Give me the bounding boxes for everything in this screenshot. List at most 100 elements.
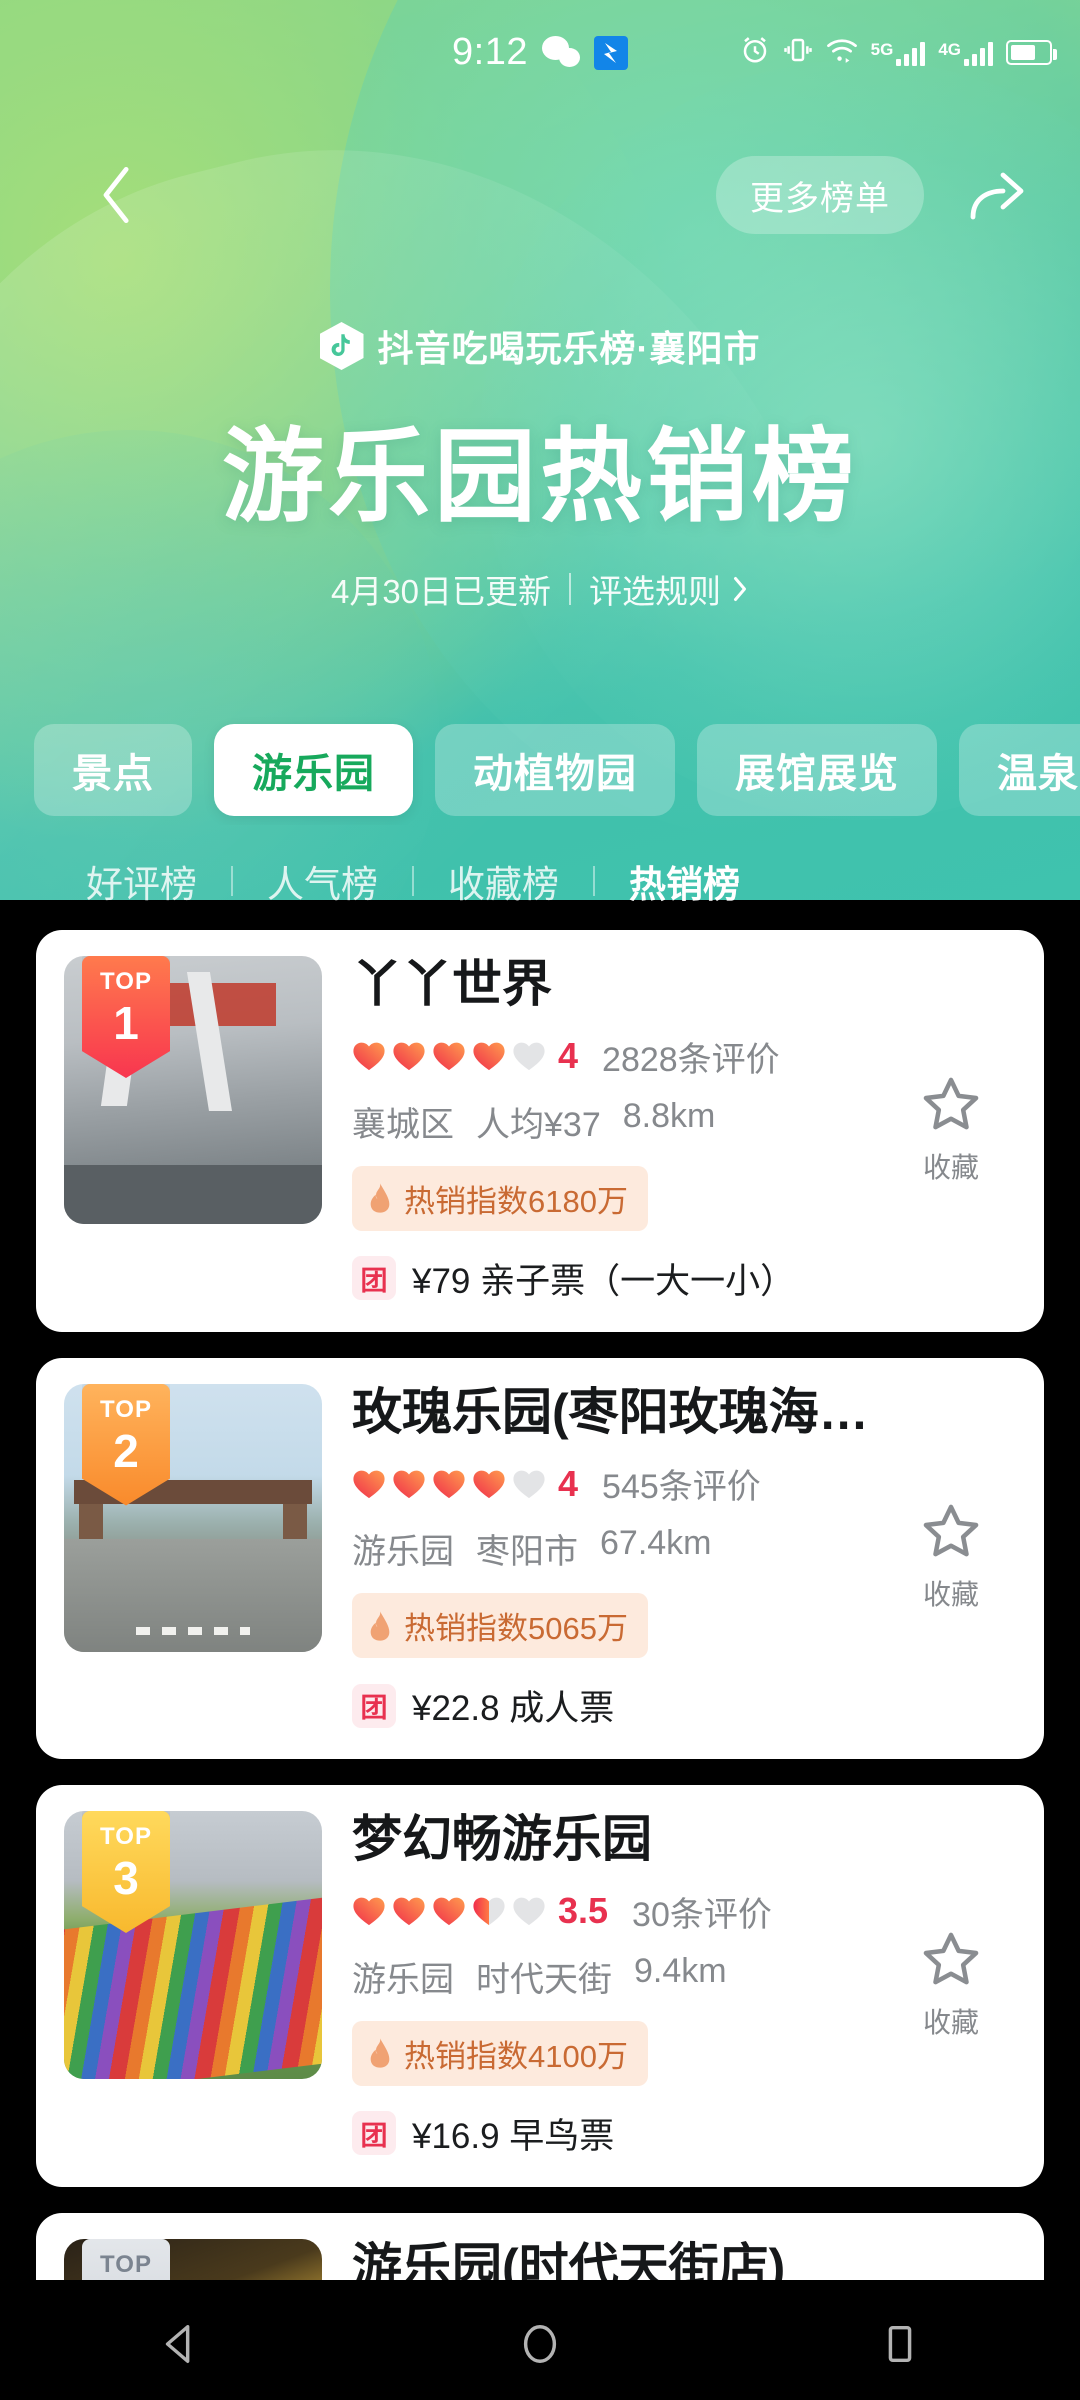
tuan-badge: 团 — [352, 1683, 396, 1728]
sub-tab-rexiaobang[interactable]: 热销榜 — [595, 854, 774, 908]
more-rankings-button[interactable]: 更多榜单 — [716, 156, 924, 234]
rank-word: TOP — [100, 1823, 152, 1850]
flame-icon — [370, 1610, 390, 1641]
heart-rating — [352, 1895, 546, 1927]
item-name: 玫瑰乐园(枣阳玫瑰海… — [352, 1383, 869, 1440]
item-body: 玫瑰乐园(枣阳玫瑰海… 4 545条评价 游乐园 枣阳市 67.4km 热销指数… — [322, 1384, 886, 1732]
blue-app-icon — [593, 35, 628, 70]
system-home-button[interactable] — [465, 2288, 615, 2400]
favorite-button[interactable]: 收藏 — [886, 1811, 1016, 2159]
heart-icon-full — [352, 1895, 386, 1927]
sub-tab-renqibang[interactable]: 人气榜 — [233, 854, 412, 908]
rank-number: 3 — [113, 1852, 139, 1904]
item-deal-row[interactable]: 团 ¥79 亲子票（一大一小） — [352, 1253, 886, 1304]
circle-home-icon — [523, 2325, 557, 2363]
rank-word: TOP — [100, 968, 152, 995]
share-button[interactable] — [954, 152, 1040, 238]
heart-icon-full — [392, 1895, 426, 1927]
hot-index-text: 热销指数5065万 — [404, 1611, 628, 1646]
tuan-badge: 团 — [352, 2111, 396, 2155]
item-thumbnail[interactable]: TOP 3 — [64, 1811, 322, 2079]
favorite-button[interactable]: 收藏 — [886, 1384, 1016, 1732]
more-rankings-label: 更多榜单 — [750, 179, 890, 218]
ranking-list[interactable]: TOP 1 丫丫世界 4 2828条评价 襄城区 人均¥37 8.8km 热销指… — [0, 930, 1080, 2280]
category-chip-row[interactable]: 景点 游乐园 动植物园 展馆展览 温泉 — [0, 715, 1080, 825]
sub-tab-haopingbang[interactable]: 好评榜 — [52, 854, 231, 908]
category-chip-label: 游乐园 — [252, 752, 375, 796]
item-thumbnail[interactable]: TOP — [64, 2238, 322, 2280]
heart-icon-full — [392, 1040, 426, 1072]
item-thumbnail[interactable]: TOP 1 — [64, 956, 322, 1224]
category-chip-youleyuan[interactable]: 游乐园 — [214, 724, 413, 816]
favorite-button[interactable] — [886, 2239, 1016, 2281]
category-chip-jingdian[interactable]: 景点 — [34, 724, 192, 816]
category-chip-zhanguanzhanlan[interactable]: 展馆展览 — [697, 724, 937, 816]
list-item[interactable]: TOP 1 丫丫世界 4 2828条评价 襄城区 人均¥37 8.8km 热销指… — [36, 930, 1044, 1332]
sub-tab-row[interactable]: 好评榜 人气榜 收藏榜 热销榜 — [0, 840, 1080, 922]
item-deal-row[interactable]: 团 ¥16.9 早鸟票 — [352, 2108, 886, 2159]
category-chip-wenquan[interactable]: 温泉 — [959, 724, 1080, 816]
system-nav-bar — [0, 2288, 1080, 2400]
heart-icon-full — [432, 1895, 466, 1927]
item-review-count: 30条评价 — [632, 1895, 772, 1934]
rank-number: 1 — [113, 997, 139, 1049]
rank-word: TOP — [100, 1395, 152, 1423]
phone-screen: 9:12 5G 4G 更多榜单 抖音吃喝玩乐榜·襄阳市 游乐园热销榜 4月30日… — [0, 0, 1080, 2400]
list-item[interactable]: TOP 2 玫瑰乐园(枣阳玫瑰海… 4 545条评价 游乐园 枣阳市 67.4k… — [36, 1357, 1044, 1759]
item-name: 游乐园(时代天街店) — [352, 2238, 786, 2281]
hot-index-text: 热销指数6180万 — [404, 1183, 628, 1219]
heart-icon-empty — [512, 1468, 546, 1500]
triangle-back-icon — [165, 2325, 190, 2363]
item-thumbnail[interactable]: TOP 2 — [64, 1383, 322, 1652]
item-meta-distance: 8.8km — [622, 1096, 716, 1135]
favorite-button[interactable]: 收藏 — [886, 956, 1016, 1304]
heart-icon-full — [432, 1040, 466, 1072]
rank-word: TOP — [100, 2250, 152, 2278]
alarm-icon — [740, 35, 770, 70]
rules-button[interactable]: 评选规则 — [589, 565, 749, 613]
category-chip-dongzhiwuyuan[interactable]: 动植物园 — [435, 724, 675, 816]
signal-5g-icon: 5G — [871, 40, 926, 66]
list-item[interactable]: TOP 3 梦幻畅游乐园 3.5 30条评价 游乐园 时代天街 9.4km 热销… — [36, 1785, 1044, 2187]
star-icon — [923, 1504, 979, 1557]
tuan-badge: 团 — [352, 1256, 396, 1300]
hot-index-badge: 热销指数5065万 — [352, 1593, 648, 1658]
signal-4g-icon: 4G — [938, 40, 993, 66]
category-chip-label: 景点 — [72, 752, 154, 796]
item-rating-value: 4 — [558, 1035, 579, 1076]
item-meta-district: 枣阳市 — [476, 1533, 578, 1571]
item-deal-text: ¥79 亲子票（一大一小） — [412, 1261, 796, 1301]
wifi-icon — [826, 36, 858, 69]
item-meta-distance: 67.4km — [600, 1524, 712, 1562]
item-body: 丫丫世界 4 2828条评价 襄城区 人均¥37 8.8km 热销指数6180万… — [322, 956, 886, 1304]
item-meta-district: 时代天街 — [476, 1960, 612, 1999]
item-name: 梦幻畅游乐园 — [352, 1811, 652, 1867]
sub-tab-shoucangbang[interactable]: 收藏榜 — [414, 854, 593, 908]
heart-icon-full — [472, 1040, 506, 1072]
item-deal-text: ¥16.9 早鸟票 — [412, 2116, 615, 2156]
flame-icon — [370, 2038, 390, 2068]
heart-icon-full — [432, 1468, 466, 1500]
item-rating-row: 4 545条评价 — [352, 1459, 886, 1508]
heart-icon-empty — [512, 1895, 546, 1927]
back-button[interactable] — [82, 160, 152, 230]
item-deal-row[interactable]: 团 ¥22.8 成人票 — [352, 1680, 886, 1731]
rules-label: 评选规则 — [589, 573, 722, 610]
brand-line: 抖音吃喝玩乐榜·襄阳市 — [0, 320, 1080, 372]
heart-rating — [352, 1468, 546, 1500]
system-recents-button[interactable] — [825, 2288, 975, 2400]
status-app-icons — [541, 35, 628, 70]
rank-number: 2 — [113, 1424, 139, 1477]
chevron-right-icon — [734, 577, 747, 601]
heart-icon-full — [472, 1468, 506, 1500]
square-recents-icon — [888, 2325, 912, 2363]
douyin-note-icon — [319, 322, 364, 370]
item-meta-distance: 9.4km — [634, 1951, 727, 1990]
chevron-left-icon — [103, 166, 129, 224]
item-meta-row: 游乐园 枣阳市 67.4km — [352, 1524, 886, 1573]
heart-icon-empty — [512, 1040, 546, 1072]
item-meta-price: 人均¥37 — [476, 1105, 601, 1144]
list-item[interactable]: TOP 游乐园(时代天街店) — [36, 2212, 1044, 2281]
system-back-button[interactable] — [105, 2288, 255, 2400]
page-title: 游乐园热销榜 — [222, 420, 858, 534]
